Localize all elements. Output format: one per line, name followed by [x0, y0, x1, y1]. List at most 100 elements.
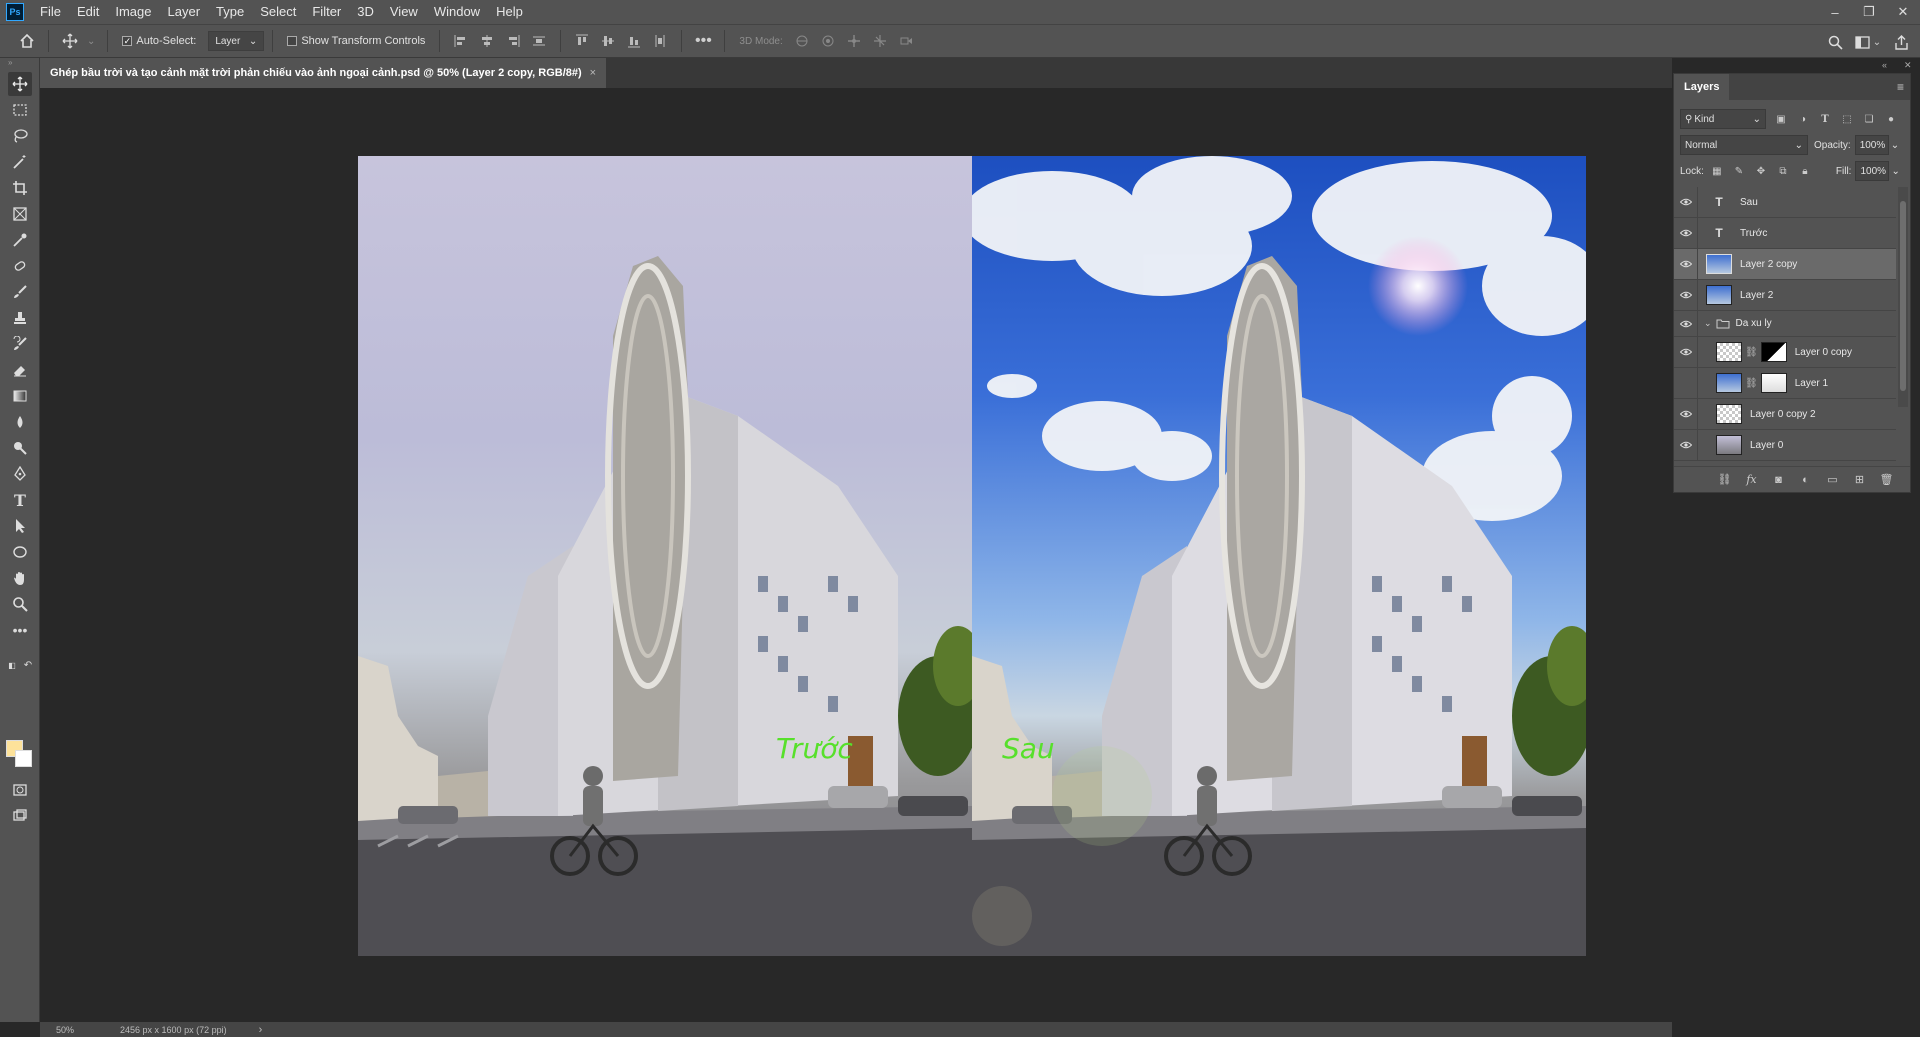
- link-icon[interactable]: ⛓︎: [1745, 378, 1758, 389]
- type-tool-icon[interactable]: T: [8, 488, 32, 512]
- align-right-icon[interactable]: [500, 28, 526, 54]
- crop-tool-icon[interactable]: [8, 176, 32, 200]
- minimize-button[interactable]: –: [1818, 0, 1852, 24]
- menu-3d[interactable]: 3D: [349, 0, 382, 24]
- visibility-eye-icon[interactable]: [1674, 217, 1698, 249]
- lasso-tool-icon[interactable]: [8, 124, 32, 148]
- hand-tool-icon[interactable]: [8, 566, 32, 590]
- eraser-tool-icon[interactable]: [8, 358, 32, 382]
- 3d-pan-icon[interactable]: [841, 28, 867, 54]
- layer-row[interactable]: T Sau: [1674, 186, 1896, 218]
- layer-row[interactable]: ⛓︎ Layer 1: [1674, 367, 1896, 399]
- layer-row[interactable]: T Trước: [1674, 217, 1896, 249]
- healing-brush-tool-icon[interactable]: [8, 254, 32, 278]
- lock-image-icon[interactable]: ✎: [1732, 164, 1746, 178]
- layer-row-selected[interactable]: Layer 2 copy: [1674, 248, 1896, 280]
- magic-wand-tool-icon[interactable]: [8, 150, 32, 174]
- lock-transparent-icon[interactable]: ▦: [1710, 164, 1724, 178]
- opacity-input[interactable]: 100%: [1854, 135, 1889, 155]
- shape-filter-icon[interactable]: ⬚: [1840, 112, 1854, 126]
- default-colors-icon[interactable]: ◧: [4, 658, 20, 672]
- trash-icon[interactable]: 🗑︎: [1873, 473, 1900, 486]
- layer-row[interactable]: Layer 2: [1674, 279, 1896, 311]
- menu-file[interactable]: File: [32, 0, 69, 24]
- filter-toggle-icon[interactable]: ●: [1884, 112, 1898, 126]
- brush-tool-icon[interactable]: [8, 280, 32, 304]
- close-panel-icon[interactable]: ✕: [1904, 60, 1912, 71]
- menu-type[interactable]: Type: [208, 0, 252, 24]
- distribute-icon[interactable]: [526, 28, 552, 54]
- eyedropper-tool-icon[interactable]: [8, 228, 32, 252]
- collapse-icon[interactable]: »: [8, 58, 12, 67]
- 3d-slide-icon[interactable]: [867, 28, 893, 54]
- visibility-hidden-icon[interactable]: [1674, 367, 1698, 399]
- swap-colors-icon[interactable]: ↶: [20, 658, 36, 672]
- status-menu-arrow[interactable]: ›: [259, 1024, 263, 1036]
- marquee-tool-icon[interactable]: [8, 98, 32, 122]
- layer-mask-thumbnail[interactable]: [1760, 373, 1787, 393]
- new-layer-icon[interactable]: ⊞: [1846, 473, 1873, 486]
- adjustment-layer-icon[interactable]: ◐: [1792, 474, 1819, 486]
- collapse-panels-icon[interactable]: «: [1882, 60, 1887, 70]
- visibility-eye-icon[interactable]: [1674, 310, 1698, 337]
- document-canvas[interactable]: Trước Sau: [358, 156, 1586, 956]
- smart-object-filter-icon[interactable]: ❏: [1862, 112, 1876, 126]
- align-center-icon[interactable]: [474, 28, 500, 54]
- auto-select-checkbox[interactable]: ✓ Auto-Select:: [122, 35, 196, 47]
- pen-tool-icon[interactable]: [8, 462, 32, 486]
- close-button[interactable]: ✕: [1886, 0, 1920, 24]
- menu-image[interactable]: Image: [107, 0, 159, 24]
- chevron-down-icon[interactable]: ⌄: [1891, 140, 1899, 151]
- 3d-roll-icon[interactable]: [815, 28, 841, 54]
- path-selection-tool-icon[interactable]: [8, 514, 32, 538]
- lock-artboard-icon[interactable]: ⧉: [1776, 164, 1790, 178]
- menu-help[interactable]: Help: [488, 0, 531, 24]
- visibility-eye-icon[interactable]: [1674, 248, 1698, 280]
- close-tab-icon[interactable]: ×: [590, 67, 596, 79]
- distribute-vertical-icon[interactable]: [647, 28, 673, 54]
- show-transform-checkbox[interactable]: Show Transform Controls: [287, 35, 425, 47]
- type-filter-icon[interactable]: T: [1818, 112, 1832, 126]
- background-color-swatch[interactable]: [15, 750, 32, 767]
- align-middle-icon[interactable]: [595, 28, 621, 54]
- visibility-eye-icon[interactable]: [1674, 398, 1698, 430]
- filter-kind-dropdown[interactable]: ⚲ Kind ⌄: [1680, 109, 1766, 129]
- layer-style-icon[interactable]: fx: [1738, 473, 1765, 486]
- move-tool-preset-icon[interactable]: [57, 28, 83, 54]
- fill-input[interactable]: 100%: [1855, 161, 1890, 181]
- menu-window[interactable]: Window: [426, 0, 488, 24]
- visibility-eye-icon[interactable]: [1674, 279, 1698, 311]
- blend-mode-dropdown[interactable]: Normal ⌄: [1680, 135, 1808, 155]
- layer-row[interactable]: Layer 0 copy 2: [1674, 398, 1896, 430]
- menu-select[interactable]: Select: [252, 0, 304, 24]
- more-options-icon[interactable]: •••: [690, 28, 716, 54]
- layer-row[interactable]: ⛓︎ Layer 0 copy: [1674, 336, 1896, 368]
- share-icon[interactable]: [1888, 29, 1914, 55]
- layer-mask-thumbnail[interactable]: [1760, 342, 1787, 362]
- zoom-tool-icon[interactable]: [8, 592, 32, 616]
- blur-tool-icon[interactable]: [8, 410, 32, 434]
- quick-mask-icon[interactable]: [8, 778, 32, 802]
- visibility-eye-icon[interactable]: [1674, 429, 1698, 461]
- auto-select-target-dropdown[interactable]: Layer ⌄: [208, 31, 265, 51]
- chevron-down-icon[interactable]: ⌄: [1704, 318, 1712, 329]
- chevron-down-icon[interactable]: ⌄: [87, 36, 95, 47]
- scrollbar-thumb[interactable]: [1900, 201, 1906, 391]
- visibility-eye-icon[interactable]: [1674, 186, 1698, 218]
- home-icon[interactable]: [14, 28, 40, 54]
- chevron-down-icon[interactable]: ⌄: [1891, 166, 1899, 177]
- link-icon[interactable]: ⛓︎: [1745, 347, 1758, 358]
- layer-row[interactable]: Layer 0: [1674, 429, 1896, 461]
- adjustment-filter-icon[interactable]: ◑: [1796, 112, 1810, 126]
- pixel-filter-icon[interactable]: ▣: [1774, 112, 1788, 126]
- history-brush-tool-icon[interactable]: [8, 332, 32, 356]
- zoom-level[interactable]: 50%: [56, 1025, 74, 1035]
- search-icon[interactable]: [1822, 29, 1848, 55]
- layers-tab[interactable]: Layers: [1674, 74, 1730, 100]
- align-bottom-icon[interactable]: [621, 28, 647, 54]
- restore-button[interactable]: ❐: [1852, 0, 1886, 24]
- ellipse-tool-icon[interactable]: [8, 540, 32, 564]
- document-tab[interactable]: Ghép bầu trời và tạo cảnh mặt trời phản …: [40, 58, 607, 88]
- visibility-eye-icon[interactable]: [1674, 336, 1698, 368]
- layers-scrollbar[interactable]: [1898, 187, 1908, 407]
